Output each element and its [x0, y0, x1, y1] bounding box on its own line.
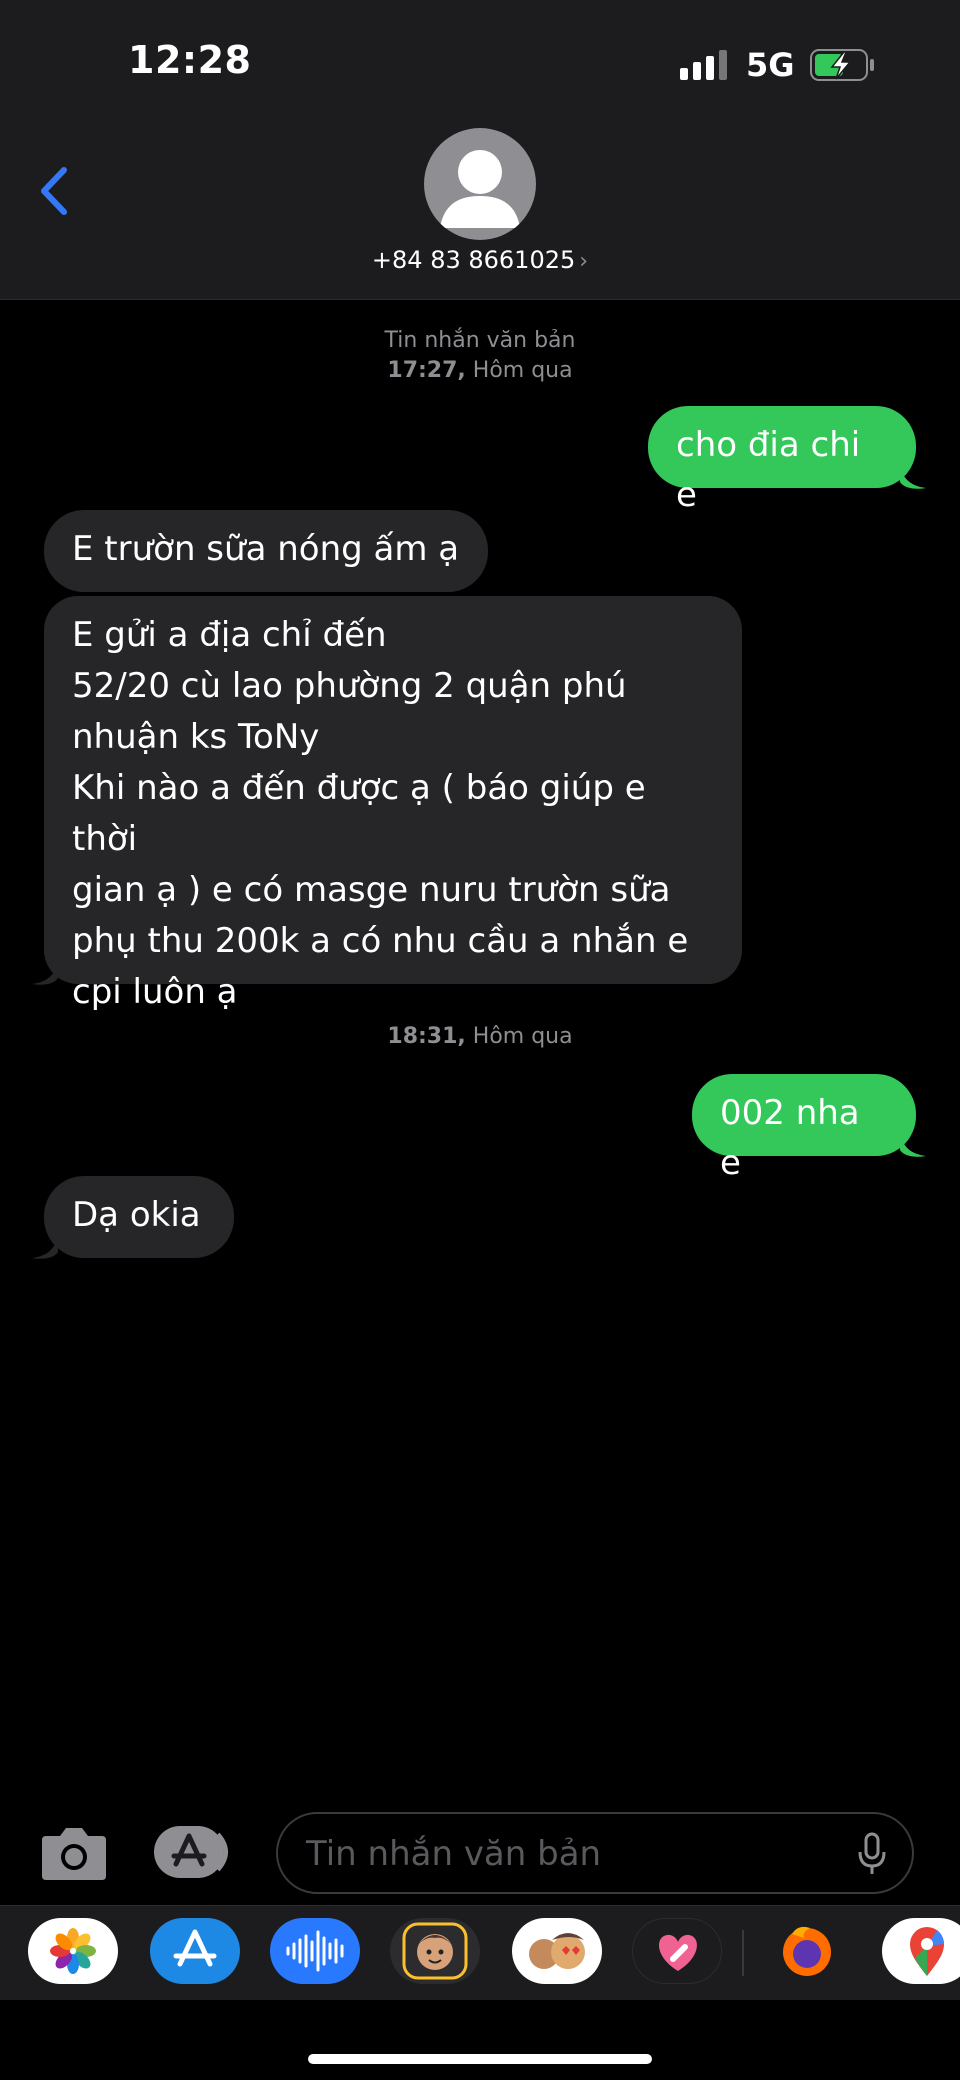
- status-time: 12:28: [128, 38, 252, 82]
- message-line: nhuận ks ToNy: [72, 717, 320, 757]
- back-chevron-icon[interactable]: [30, 156, 80, 226]
- imessage-app-drawer: [0, 1905, 960, 2000]
- photos-app-icon[interactable]: [28, 1918, 118, 1984]
- message-line: E gửi a địa chỉ đến: [72, 615, 387, 655]
- firefox-logo-icon: [783, 1926, 831, 1976]
- conversation-header: +84 83 8661025 ›: [0, 120, 960, 300]
- message-input[interactable]: Tin nhắn văn bản: [276, 1812, 914, 1894]
- message-line: Khi nào a đến được ạ ( báo giúp e thời: [72, 768, 646, 859]
- battery-charging-icon: [810, 49, 874, 81]
- message-type-label: Tin nhắn văn bản: [384, 328, 576, 353]
- compose-bar: Tin nhắn văn bản: [0, 1800, 960, 1905]
- received-message-bubble[interactable]: Dạ okia: [44, 1176, 234, 1258]
- status-bar: 12:28 5G: [0, 0, 960, 120]
- message-text: E trườn sữa nóng ấm ạ: [72, 529, 460, 569]
- message-line: cpi luôn ạ: [72, 972, 238, 1012]
- chevron-right-icon: ›: [579, 249, 589, 274]
- microphone-icon[interactable]: [856, 1832, 888, 1876]
- app-store-icon[interactable]: [152, 1824, 238, 1880]
- message-list[interactable]: Tin nhắn văn bản 17:27, Hôm qua cho đia …: [0, 300, 960, 1800]
- timestamp-header-1: Tin nhắn văn bản 17:27, Hôm qua: [0, 326, 960, 386]
- tray-divider: [742, 1930, 744, 1976]
- message-text: cho đia chi e: [676, 425, 861, 515]
- audio-message-app-icon[interactable]: [270, 1918, 360, 1984]
- google-maps-app-icon[interactable]: [882, 1918, 960, 1984]
- network-type: 5G: [746, 46, 795, 84]
- message-line: 52/20 cù lao phường 2 quận phú: [72, 666, 627, 706]
- digital-touch-app-icon[interactable]: [632, 1918, 722, 1984]
- person-silhouette-icon: [440, 150, 520, 228]
- app-store-app-icon[interactable]: [150, 1918, 240, 1984]
- waveform-icon: [286, 1930, 344, 1972]
- heart-touch-icon: [659, 1934, 697, 1971]
- sent-message-bubble[interactable]: 002 nha e: [692, 1074, 916, 1183]
- bubble-tail: [32, 960, 58, 985]
- message-line: gian ạ ) e có masge nuru trườn sữa: [72, 870, 671, 910]
- timestamp-header-2: 18:31, Hôm qua: [0, 1022, 960, 1052]
- message-text: Dạ okia: [72, 1195, 201, 1235]
- timestamp-day: Hôm qua: [472, 358, 573, 383]
- sent-message-bubble[interactable]: cho đia chi e: [648, 406, 916, 515]
- memoji-stickers-icon: [529, 1933, 585, 1969]
- bubble-tail: [32, 1234, 58, 1259]
- photos-flower-icon: [50, 1928, 96, 1974]
- timestamp-time: 17:27,: [387, 358, 466, 383]
- memoji-face-icon: [402, 1922, 468, 1980]
- timestamp-time: 18:31,: [387, 1024, 466, 1049]
- memoji-app-icon[interactable]: [390, 1918, 480, 1984]
- camera-icon[interactable]: [40, 1822, 108, 1882]
- received-message-bubble[interactable]: E gửi a địa chỉ đến 52/20 cù lao phường …: [44, 596, 742, 1012]
- message-line: phụ thu 200k a có nhu cầu a nhắn e: [72, 921, 689, 961]
- timestamp-day: Hôm qua: [472, 1024, 573, 1049]
- contact-name: +84 83 8661025: [371, 246, 576, 274]
- bubble-tail: [900, 464, 926, 489]
- app-store-glyph-icon: [173, 1929, 217, 1967]
- home-indicator[interactable]: [308, 2054, 652, 2064]
- contact-avatar[interactable]: [424, 128, 536, 240]
- signal-strength-icon: [680, 50, 727, 80]
- animoji-stickers-app-icon[interactable]: [512, 1918, 602, 1984]
- message-input-placeholder: Tin nhắn văn bản: [306, 1834, 602, 1874]
- received-message-bubble[interactable]: E trườn sữa nóng ấm ạ: [44, 510, 488, 592]
- bubble-tail: [900, 1132, 926, 1157]
- contact-name-row[interactable]: +84 83 8661025 ›: [0, 246, 960, 274]
- map-pin-icon: [910, 1927, 944, 1976]
- firefox-app-icon[interactable]: [762, 1918, 852, 1984]
- message-text: 002 nha e: [720, 1093, 860, 1183]
- home-area: [0, 2000, 960, 2080]
